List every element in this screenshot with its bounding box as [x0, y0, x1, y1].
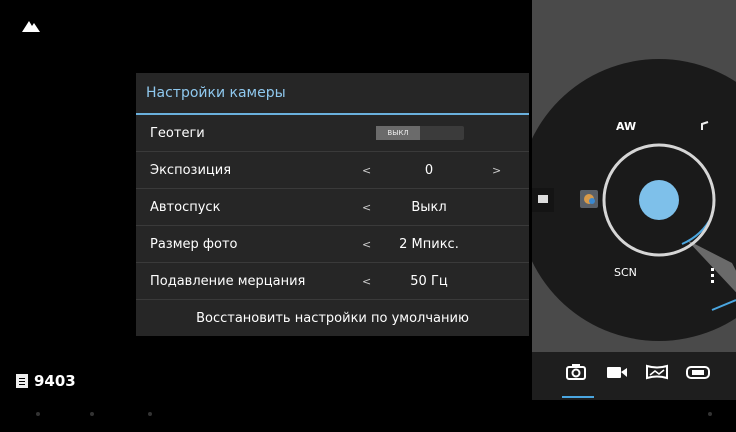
effects-icon[interactable] — [580, 190, 598, 208]
pie-menu-background — [532, 59, 736, 341]
setting-row-geotags[interactable]: Геотеги ВЫКЛ — [136, 115, 529, 152]
exposure-value: 0 — [424, 162, 434, 178]
flicker-value: 50 Гц — [410, 273, 448, 289]
white-balance-icon[interactable]: AW — [616, 120, 636, 133]
flicker-label: Подавление мерцания — [150, 273, 306, 289]
more-icon[interactable] — [711, 268, 714, 283]
scene-mode-button[interactable]: SCN — [614, 266, 637, 279]
setting-row-exposure: Экспозиция < 0 > — [136, 152, 529, 189]
remaining-photos-value: 9403 — [34, 372, 76, 390]
geotags-toggle[interactable]: ВЫКЛ — [376, 126, 464, 140]
flicker-prev-button[interactable]: < — [362, 275, 371, 288]
remaining-photos-counter: 9403 — [16, 372, 76, 390]
geotags-label: Геотеги — [150, 125, 205, 141]
photo-size-value: 2 Мпикс. — [399, 236, 459, 252]
shutter-button[interactable] — [639, 180, 679, 220]
mountain-icon — [22, 21, 40, 32]
setting-row-timer: Автоспуск < Выкл — [136, 189, 529, 226]
setting-row-photo-size: Размер фото < 2 Мпикс. — [136, 226, 529, 263]
wide-panorama-icon[interactable] — [686, 364, 710, 380]
dialog-title: Настройки камеры — [136, 73, 529, 115]
video-icon[interactable] — [606, 364, 628, 380]
setting-row-flicker: Подавление мерцания < 50 Гц — [136, 263, 529, 300]
panorama-icon[interactable] — [646, 364, 668, 380]
camera-settings-dialog: Настройки камеры Геотеги ВЫКЛ Экспозиция… — [136, 73, 529, 336]
camera-icon[interactable] — [566, 364, 586, 380]
camera-control-panel — [532, 0, 736, 400]
reset-defaults-button[interactable]: Восстановить настройки по умолчанию — [136, 300, 529, 336]
geotags-toggle-knob: ВЫКЛ — [376, 126, 420, 140]
white-balance-label: AW — [616, 120, 637, 133]
active-mode-indicator — [562, 396, 594, 398]
sd-card-icon — [16, 374, 28, 388]
pie-menu — [532, 59, 736, 341]
timer-prev-button[interactable]: < — [362, 201, 371, 214]
timer-label: Автоспуск — [150, 199, 221, 215]
exposure-increase-button[interactable]: > — [492, 164, 501, 177]
timer-value: Выкл — [411, 199, 447, 215]
navigation-dots — [0, 412, 736, 420]
exposure-label: Экспозиция — [150, 162, 232, 178]
photo-size-label: Размер фото — [150, 236, 238, 252]
gallery-icon[interactable] — [532, 188, 554, 212]
photo-size-prev-button[interactable]: < — [362, 238, 371, 251]
exposure-decrease-button[interactable]: < — [362, 164, 371, 177]
